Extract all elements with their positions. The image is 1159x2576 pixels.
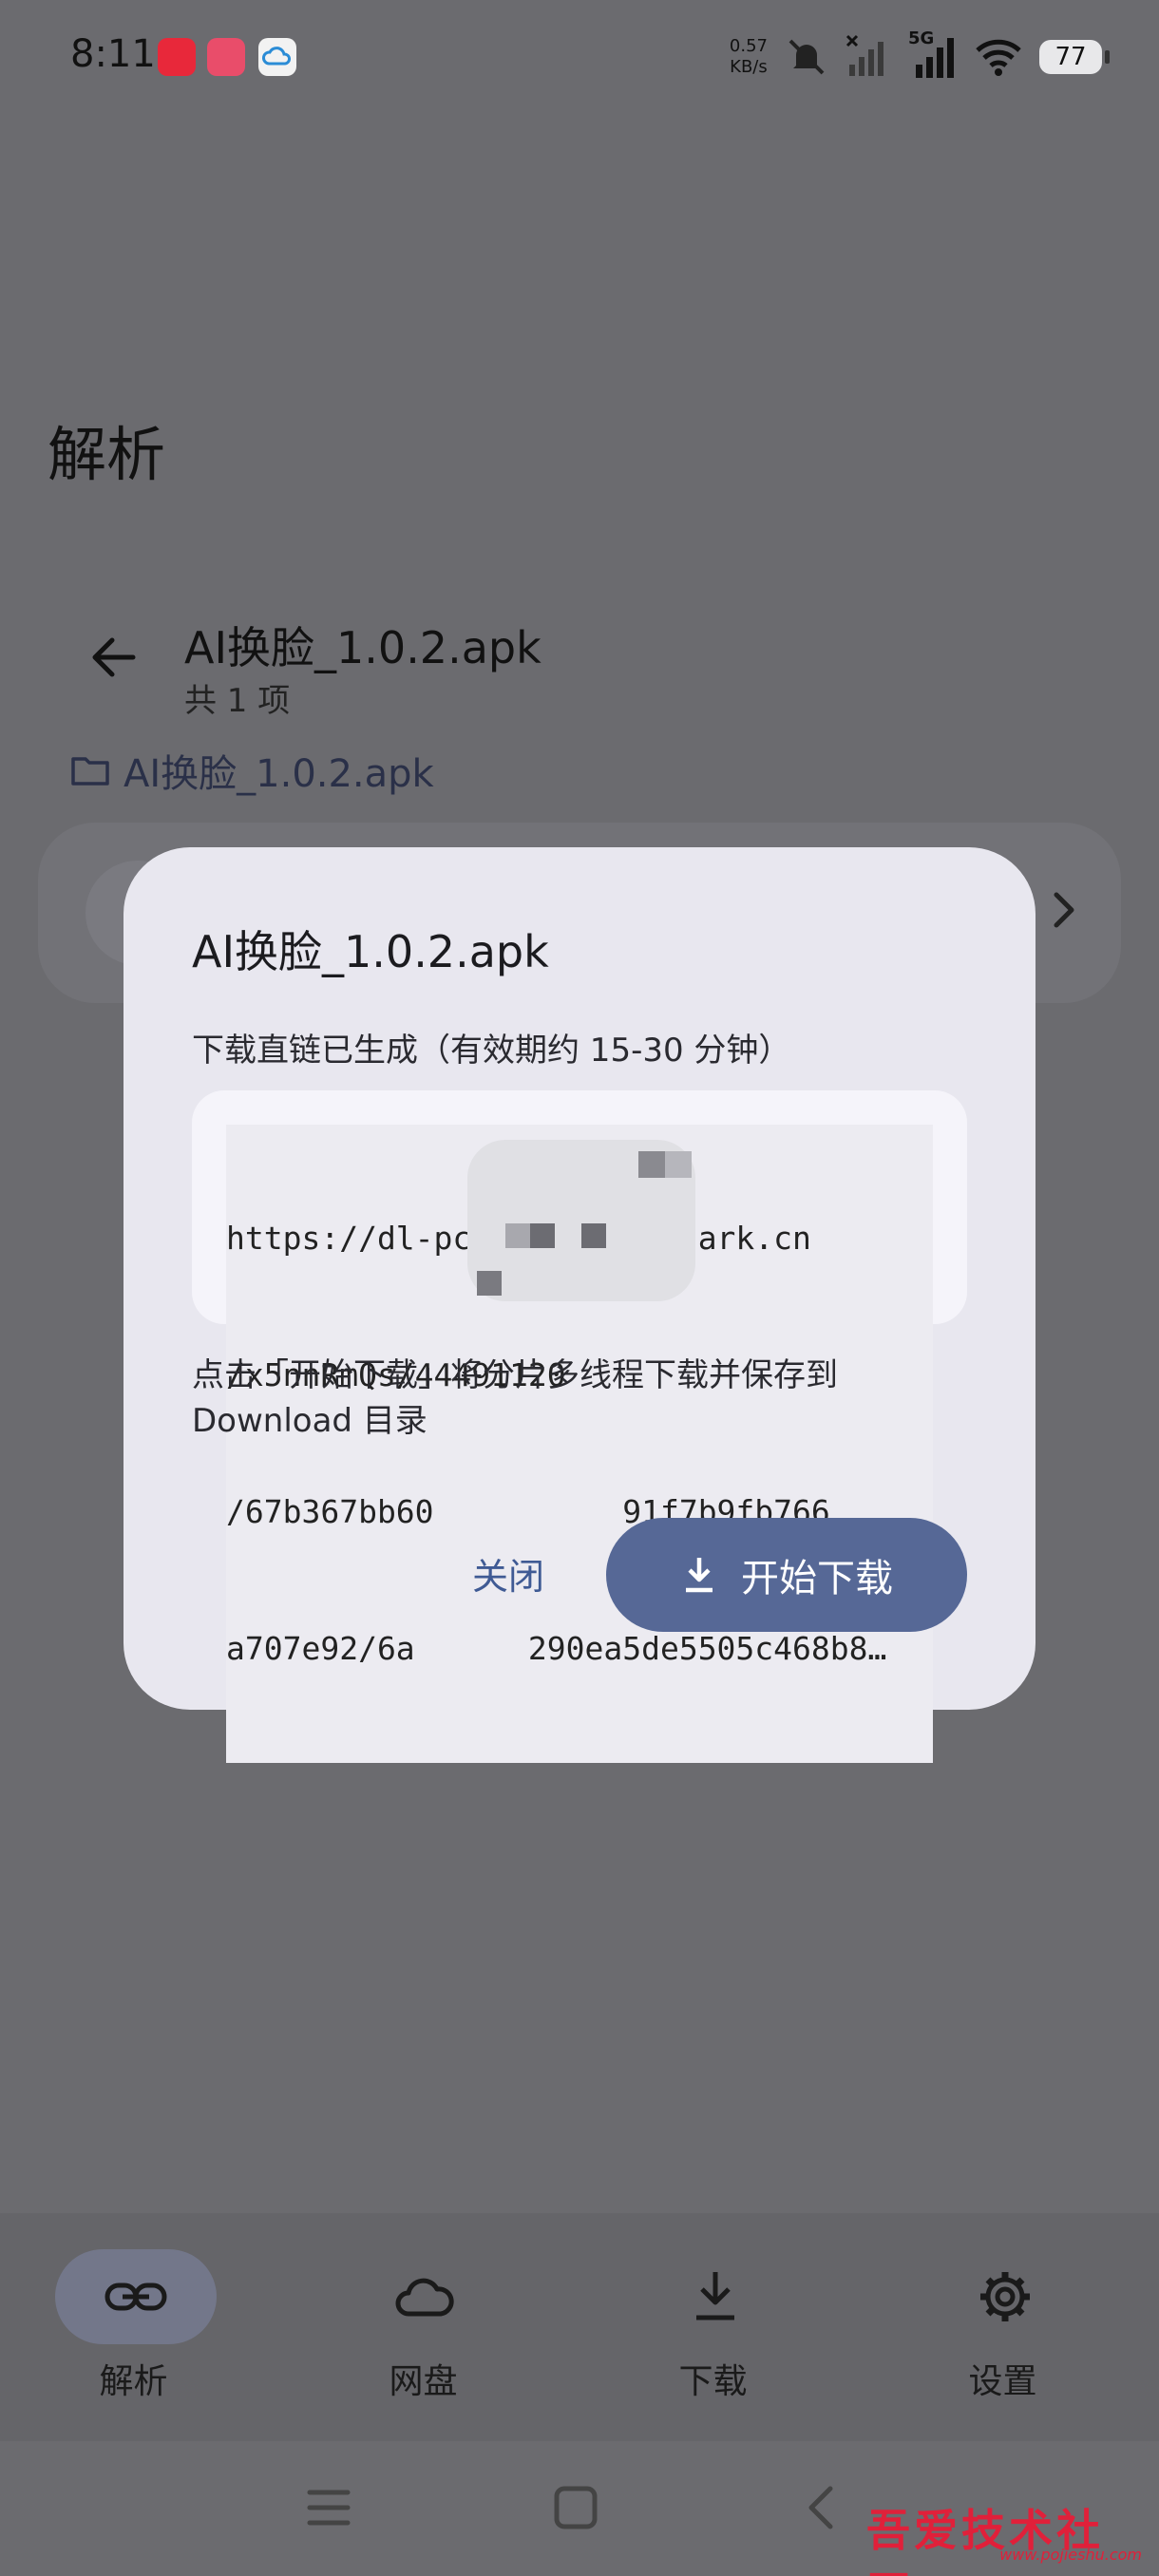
- battery-indicator: 77: [1039, 40, 1110, 74]
- nav-item-download[interactable]: 下载: [580, 2213, 869, 2441]
- nav-label-settings: 设置: [968, 2362, 1037, 2401]
- nav-item-parse[interactable]: 解析: [0, 2213, 290, 2441]
- nav-item-settings[interactable]: 设置: [869, 2213, 1159, 2441]
- watermark-url: www.pojieshu.com: [999, 2546, 1142, 2564]
- link-icon: [104, 2282, 167, 2311]
- status-time: 8:11: [70, 32, 156, 76]
- file-count: 共 1 项: [184, 682, 291, 720]
- mosaic-block: [477, 1271, 502, 1296]
- nav-item-cloud-drive[interactable]: 网盘: [290, 2213, 580, 2441]
- nav-label-download: 下载: [678, 2362, 748, 2401]
- cloud-app-icon: [258, 38, 296, 76]
- signal-off-icon: [846, 34, 884, 76]
- close-button[interactable]: 关闭: [437, 1546, 580, 1607]
- download-arrow-icon: [686, 1558, 712, 1593]
- back-icon[interactable]: [794, 2479, 851, 2536]
- dialog-note: 点击「开始下载」将分片多线程下载并保存到 Download 目录: [192, 1356, 838, 1440]
- bottom-navigation: 解析 网盘 下载 设置: [0, 2213, 1159, 2441]
- download-link-dialog: AI换脸_1.0.2.apk 下载直链已生成（有效期约 15-30 分钟） ht…: [124, 847, 1036, 1763]
- link-line: a707e92/6a 290ea5de5505c468b8…: [226, 1630, 887, 1667]
- home-icon[interactable]: [547, 2479, 604, 2536]
- file-header: AI换脸_1.0.2.apk 共 1 项: [86, 608, 1074, 722]
- gear-icon: [980, 2272, 1030, 2321]
- net-speed-value: 0.57: [729, 36, 768, 56]
- back-arrow-icon[interactable]: [86, 629, 142, 686]
- mosaic-block: [665, 1151, 692, 1178]
- chevron-right-icon: [1054, 892, 1074, 928]
- watermark: 吾爱技术社区 www.pojieshu.com: [866, 2496, 1151, 2576]
- mosaic-block: [530, 1223, 555, 1248]
- folder-icon: [71, 757, 109, 786]
- status-bar: 8:11 0.57 KB/s 5G 77: [0, 0, 1159, 114]
- page-title: 解析: [48, 420, 166, 489]
- dialog-title: AI换脸_1.0.2.apk: [192, 926, 549, 977]
- watermark-title: 吾爱技术社区: [866, 2505, 1104, 2576]
- signal-5g: 5G: [908, 28, 958, 80]
- mosaic-block: [505, 1223, 530, 1248]
- game-app-icon: [207, 38, 245, 76]
- mute-bell-icon: [788, 39, 825, 75]
- file-name: AI换脸_1.0.2.apk: [184, 622, 542, 673]
- signal-icon: [916, 38, 954, 78]
- download-link-box[interactable]: https://dl-pc-sz.drive.quark.cn /x5nnRmQ…: [192, 1090, 967, 1763]
- status-right: 0.57 KB/s 5G 77: [730, 28, 1110, 85]
- breadcrumb-label: AI换脸_1.0.2.apk: [124, 752, 434, 796]
- start-download-label: 开始下载: [741, 1557, 893, 1601]
- download-icon: [696, 2272, 734, 2320]
- cloud-icon: [395, 2278, 454, 2317]
- mosaic-block: [581, 1223, 606, 1248]
- menu-icon[interactable]: [300, 2479, 357, 2536]
- net-speed: 0.57 KB/s: [730, 36, 768, 78]
- breadcrumb[interactable]: AI换脸_1.0.2.apk: [70, 743, 434, 798]
- nav-label-parse: 解析: [99, 2362, 168, 2401]
- wifi-icon: [976, 39, 1021, 76]
- nav-label-cloud-drive: 网盘: [389, 2362, 458, 2401]
- xiaohongshu-app-icon: [158, 38, 196, 76]
- start-download-button[interactable]: 开始下载: [606, 1518, 967, 1632]
- dialog-subtitle: 下载直链已生成（有效期约 15-30 分钟）: [192, 1032, 791, 1070]
- mosaic-block: [638, 1151, 665, 1178]
- net-speed-unit: KB/s: [730, 57, 768, 77]
